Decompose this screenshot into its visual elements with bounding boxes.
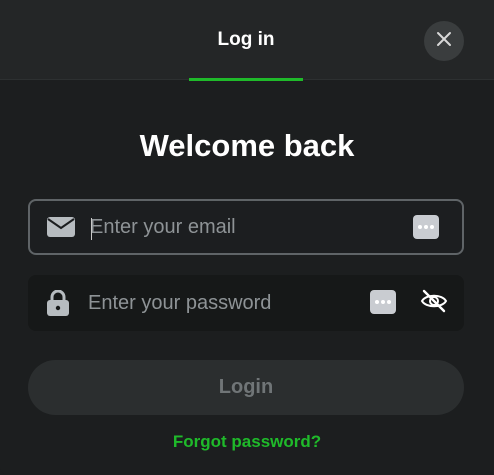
password-manager-icon[interactable] xyxy=(370,290,396,314)
envelope-icon xyxy=(47,217,75,237)
close-icon xyxy=(436,31,452,52)
text-caret xyxy=(91,218,92,240)
password-field[interactable] xyxy=(28,275,464,331)
eye-off-icon xyxy=(420,289,448,318)
login-button[interactable]: Login xyxy=(28,360,464,415)
modal-header: Log in xyxy=(0,0,494,81)
close-button[interactable] xyxy=(424,21,464,61)
password-input[interactable] xyxy=(88,275,388,331)
email-input[interactable] xyxy=(90,201,390,253)
password-manager-icon[interactable] xyxy=(413,215,439,239)
toggle-password-visibility-button[interactable] xyxy=(418,287,450,319)
page-title: Welcome back xyxy=(139,128,355,163)
login-modal: Log in Welcome back Enter your email Log… xyxy=(0,0,494,475)
forgot-password-link[interactable]: Forgot password? xyxy=(0,430,494,454)
email-field[interactable] xyxy=(28,199,464,255)
lock-icon xyxy=(47,290,69,316)
active-tab-indicator xyxy=(189,78,303,81)
tab-log-in[interactable]: Log in xyxy=(189,0,303,80)
